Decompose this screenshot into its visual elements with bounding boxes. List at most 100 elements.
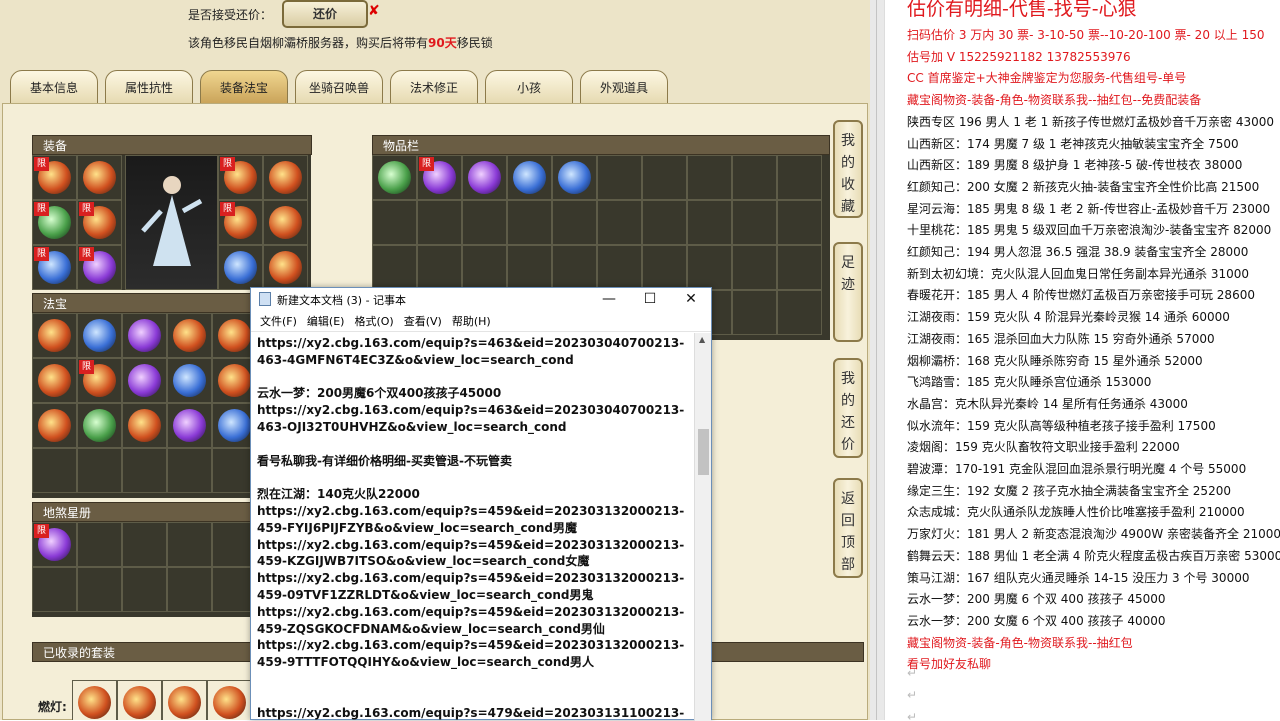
treasure-slot[interactable] [167,403,212,448]
inventory-slot[interactable] [777,200,822,245]
inventory-slot[interactable] [552,200,597,245]
notepad-titlebar[interactable]: 新建文本文档 (3) - 记事本 — ☐ ✕ [251,288,711,310]
suit-slot[interactable] [72,680,117,720]
inventory-slot[interactable] [732,155,777,200]
inventory-slot[interactable] [642,245,687,290]
inventory-slot[interactable] [597,200,642,245]
star-slot[interactable] [32,567,77,612]
equipment-slot[interactable] [263,155,308,200]
inventory-slot[interactable] [777,245,822,290]
menu-view[interactable]: 查看(V) [401,313,445,329]
star-slot[interactable] [167,522,212,567]
inventory-slot[interactable] [372,200,417,245]
inventory-slot[interactable] [507,245,552,290]
inventory-slot[interactable] [777,155,822,200]
inventory-slot[interactable] [732,290,777,335]
treasure-slot[interactable] [122,313,167,358]
back-to-top-button[interactable]: 返回顶部 [833,478,863,578]
star-slot[interactable] [77,567,122,612]
tab-spells[interactable]: 法术修正 [390,70,478,104]
inventory-slot[interactable] [507,155,552,200]
inventory-slot[interactable] [642,200,687,245]
inventory-slot[interactable] [462,155,507,200]
tab-attributes[interactable]: 属性抗性 [105,70,193,104]
close-button[interactable]: ✕ [671,288,711,310]
tab-appearance[interactable]: 外观道具 [580,70,668,104]
doc-margin-line [876,0,877,720]
suit-slot[interactable] [162,680,207,720]
equipment-slot[interactable] [263,245,308,290]
notepad-text-area[interactable]: https://xy2.cbg.163.com/equip?s=463&eid=… [251,333,695,721]
equipment-slot[interactable] [263,200,308,245]
equipment-slot[interactable]: 限 [77,245,122,290]
inventory-slot[interactable] [552,155,597,200]
treasure-slot[interactable] [167,448,212,493]
favorites-button[interactable]: 我的收藏 [833,120,863,218]
equipment-slot[interactable]: 限 [32,155,77,200]
treasure-slot[interactable] [122,448,167,493]
treasure-slot[interactable] [77,448,122,493]
doc-line: 水晶宫：克木队异光秦岭 14 星所有任务通杀 43000 [907,396,1188,411]
treasure-slot[interactable] [167,358,212,403]
tab-mounts[interactable]: 坐骑召唤兽 [295,70,383,104]
treasure-slot[interactable] [32,313,77,358]
menu-edit[interactable]: 编辑(E) [304,313,348,329]
inventory-slot[interactable] [462,245,507,290]
inventory-slot[interactable] [462,200,507,245]
suit-slot[interactable] [207,680,252,720]
treasure-slot[interactable]: 限 [77,358,122,403]
equipment-slot[interactable]: 限 [218,155,263,200]
equipment-slot[interactable] [218,245,263,290]
star-slot[interactable] [122,522,167,567]
scroll-up-icon[interactable]: ▲ [699,335,705,344]
treasure-slot[interactable] [77,313,122,358]
inventory-slot[interactable] [777,290,822,335]
treasure-slot[interactable] [32,403,77,448]
inventory-slot[interactable] [597,155,642,200]
star-slot[interactable] [167,567,212,612]
footprints-button[interactable]: 足迹 [833,242,863,342]
equipment-slot[interactable] [77,155,122,200]
inventory-slot[interactable] [372,155,417,200]
equipment-slot[interactable]: 限 [218,200,263,245]
tab-basic-info[interactable]: 基本信息 [10,70,98,104]
star-slot[interactable] [122,567,167,612]
inventory-slot[interactable] [507,200,552,245]
inventory-slot[interactable] [552,245,597,290]
scrollbar-thumb[interactable] [698,429,709,475]
tab-children[interactable]: 小孩 [485,70,573,104]
inventory-slot[interactable]: 限 [417,155,462,200]
haggle-button[interactable]: 还价 [282,0,368,28]
my-haggles-button[interactable]: 我的还价 [833,358,863,458]
equipment-slot[interactable]: 限 [32,245,77,290]
menu-file[interactable]: 文件(F) [257,313,300,329]
inventory-slot[interactable] [687,245,732,290]
inventory-slot[interactable] [417,200,462,245]
treasure-slot[interactable] [122,358,167,403]
inventory-slot[interactable] [372,245,417,290]
star-slot[interactable] [77,522,122,567]
menu-format[interactable]: 格式(O) [351,313,396,329]
treasure-slot[interactable] [32,448,77,493]
treasure-slot[interactable] [77,403,122,448]
star-slot[interactable]: 限 [32,522,77,567]
inventory-slot[interactable] [417,245,462,290]
minimize-button[interactable]: — [589,288,629,310]
inventory-slot[interactable] [732,245,777,290]
inventory-slot[interactable] [687,155,732,200]
notepad-scrollbar[interactable]: ▲ [694,333,711,721]
treasure-slot[interactable] [32,358,77,403]
maximize-button[interactable]: ☐ [630,288,670,310]
inventory-slot[interactable] [597,245,642,290]
inventory-slot[interactable] [687,200,732,245]
inventory-slot[interactable] [642,155,687,200]
limited-badge: 限 [79,360,94,374]
treasure-slot[interactable] [122,403,167,448]
equipment-slot[interactable]: 限 [77,200,122,245]
equipment-slot[interactable]: 限 [32,200,77,245]
tab-equipment[interactable]: 装备法宝 [200,70,288,104]
suit-slot[interactable] [117,680,162,720]
inventory-slot[interactable] [732,200,777,245]
menu-help[interactable]: 帮助(H) [449,313,494,329]
treasure-slot[interactable] [167,313,212,358]
